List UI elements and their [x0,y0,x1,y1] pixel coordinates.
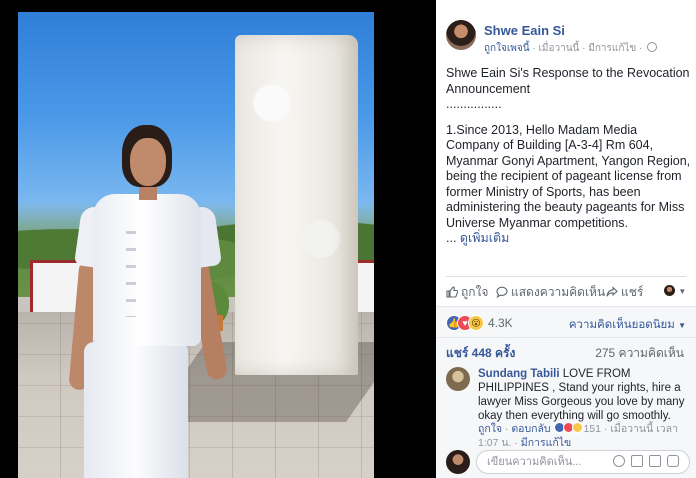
comment-sort-label: ความคิดเห็นยอดนิยม [568,319,675,331]
chevron-down-icon: ▼ [678,321,686,330]
photo-skirt [84,342,188,478]
post-stats: แชร์ 448 ครั้ง 275 ความคิดเห็น [436,337,696,364]
comment-input[interactable] [485,453,609,471]
comment-edited[interactable]: มีการแก้ไข [521,437,571,449]
comment-label: แสดงความคิดเห็น [511,285,606,299]
divider [446,276,686,277]
photo-face [130,138,166,186]
author-name[interactable]: Shwe Eain Si [484,23,565,38]
globe-icon [647,42,658,52]
comment-button[interactable]: แสดงความคิดเห็น [496,283,605,302]
gif-icon[interactable] [649,455,661,467]
share-count[interactable]: แชร์ 448 ครั้ง [446,344,515,363]
liked-page-link[interactable]: ถูกใจเพจนี้ [484,43,530,54]
sticker-icon[interactable] [667,455,679,467]
post-paragraph: Shwe Eain Si's Response to the Revocatio… [446,66,690,96]
comment-count[interactable]: 275 ความคิดเห็น [595,344,684,363]
see-more-prefix: ... [446,231,460,245]
reaction-count[interactable]: 4.3K [488,316,513,330]
post-dots: ................ [446,97,502,111]
photo-monolith [235,35,358,375]
post-actions: ถูกใจ แสดงความคิดเห็น แชร์ ▼ [446,283,691,301]
comment-composer[interactable] [476,450,690,474]
comment-body: Sundang Tabili LOVE FROM PHILIPPINES , S… [478,367,691,423]
chevron-down-icon: ▼ [678,287,687,296]
post-edited[interactable]: มีการแก้ไข [588,43,636,54]
meta-separator: · [579,43,589,54]
post-photo[interactable] [18,12,374,478]
camera-icon[interactable] [631,455,643,467]
commenter-name[interactable]: Sundang Tabili [478,368,560,380]
wow-reaction-icon [571,422,583,433]
comment-like-link[interactable]: ถูกใจ [478,423,502,435]
photo-viewer [0,0,434,478]
viewer-avatar [446,450,470,474]
comment-reaction-count[interactable]: 151 [583,423,601,435]
post-header: Shwe Eain Si ถูกใจเพจนี้ · เมื่อวานนี้ ·… [436,0,696,62]
post-meta: ถูกใจเพจนี้ · เมื่อวานนี้ · มีการแก้ไข · [484,41,658,56]
meta-separator: · [636,43,646,54]
post-text: Shwe Eain Si's Response to the Revocatio… [446,66,691,247]
post-paragraph-text: 1.Since 2013, Hello Madam Media Company … [446,122,691,230]
comment-icon [496,286,508,298]
share-label: แชร์ [621,285,644,299]
photo-blouse-buttons [126,217,136,317]
share-button[interactable]: แชร์ [606,283,643,302]
photo-blouse [93,194,201,346]
like-icon [446,286,458,298]
see-more-link[interactable]: ดูเพิ่มเติม [460,231,510,245]
like-label: ถูกใจ [461,285,489,299]
post-time[interactable]: เมื่อวานนี้ [538,43,579,54]
like-button[interactable]: ถูกใจ [446,283,488,302]
emoji-icon[interactable] [613,455,625,467]
post-paragraph: 1.Since 2013, Hello Madam Media Company … [446,123,691,247]
post-panel: Shwe Eain Si ถูกใจเพจนี้ · เมื่อวานนี้ ·… [436,0,696,478]
post-as-selector[interactable]: ▼ [664,283,686,297]
reactions-bar: 👍 ♥ 😮 4.3K ความคิดเห็นยอดนิยม ▼ [436,306,696,337]
wow-reaction-icon[interactable]: 😮 [468,315,484,331]
comment-actions: ถูกใจ · ตอบกลับ 151 · เมื่อวานนี้ เวลา 1… [478,422,679,449]
comment-reply-link[interactable]: ตอบกลับ [511,423,550,435]
author-avatar[interactable] [446,20,476,50]
comment-sort-dropdown[interactable]: ความคิดเห็นยอดนิยม ▼ [569,316,686,334]
viewer-avatar [664,285,675,296]
commenter-avatar[interactable] [446,367,470,391]
share-icon [606,286,618,297]
